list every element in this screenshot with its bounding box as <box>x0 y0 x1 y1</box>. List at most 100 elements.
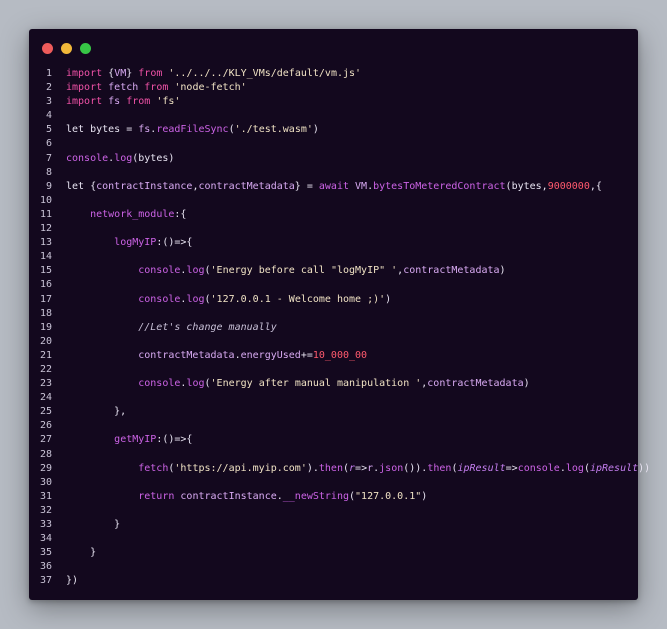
code-line: 16 <box>29 278 638 292</box>
code-token: ) <box>312 124 319 136</box>
code-token: contractMetadata <box>198 180 295 192</box>
code-token: 'Energy before call "logMyIP" ' <box>210 265 398 277</box>
code-token: fetch <box>138 462 169 474</box>
close-button[interactable] <box>42 43 53 54</box>
code-line: 31 return contractInstance.__newString("… <box>29 490 638 504</box>
code-text: }, <box>66 405 126 419</box>
line-number: 17 <box>39 293 52 305</box>
line-number: 33 <box>39 519 52 530</box>
code-line: 36 <box>29 560 638 574</box>
code-token: )) <box>638 462 651 474</box>
code-line: 14 <box>29 250 638 264</box>
line-number: 21 <box>39 349 52 361</box>
code-token: console <box>66 152 109 164</box>
line-number: 1 <box>45 68 52 79</box>
maximize-button[interactable] <box>80 43 91 54</box>
code-line: 20 <box>29 335 638 349</box>
code-token: contractMetadata <box>427 378 524 390</box>
code-token: await <box>318 180 356 192</box>
code-text: let {contractInstance,contractMetadata} … <box>66 180 602 194</box>
code-token: "127.0.0.1" <box>355 490 422 502</box>
code-line: 15 console.log('Energy before call "logM… <box>29 264 638 278</box>
code-token: 'fs' <box>156 96 181 108</box>
line-number: 8 <box>45 166 52 178</box>
code-token: contractMetadata <box>403 265 500 277</box>
code-token: import <box>66 96 109 108</box>
code-token: return <box>138 490 181 502</box>
code-line: 27 getMyIP:()=>{ <box>29 433 638 447</box>
code-token: from <box>144 82 175 94</box>
line-number: 7 <box>45 152 52 164</box>
code-token: :()=>{ <box>156 434 193 446</box>
code-token: => <box>505 462 518 474</box>
code-token: log <box>114 152 133 164</box>
code-token: 'Energy after manual manipulation ' <box>210 378 422 390</box>
code-token: ipResult <box>589 462 639 474</box>
code-token: contractMetadata <box>138 349 235 361</box>
code-token: ) <box>421 490 428 502</box>
code-text: return contractInstance.__newString("127… <box>66 490 427 504</box>
code-line: 26 <box>29 419 638 433</box>
code-line: 32 <box>29 504 638 518</box>
code-token: getMyIP <box>114 434 157 446</box>
code-line: 24 <box>29 391 638 405</box>
line-number: 28 <box>39 448 52 460</box>
code-line: 17 console.log('127.0.0.1 - Welcome home… <box>29 293 638 307</box>
code-token: fs <box>138 124 151 136</box>
code-line: 23 console.log('Energy after manual mani… <box>29 377 638 391</box>
code-text: import fetch from 'node-fetch' <box>66 81 247 95</box>
code-line: 30 <box>29 476 638 490</box>
code-text: logMyIP:()=>{ <box>66 236 192 250</box>
code-token: let bytes = <box>66 124 139 136</box>
line-number: 29 <box>39 462 52 474</box>
code-token: console <box>138 293 181 305</box>
line-number: 22 <box>39 363 52 375</box>
line-number: 16 <box>39 279 52 291</box>
code-token: console <box>138 378 181 390</box>
code-line: 10 <box>29 194 638 208</box>
code-editor[interactable]: 1 import {VM} from '../../../KLY_VMs/defa… <box>29 67 650 588</box>
code-text: let bytes = fs.readFileSync('./test.wasm… <box>66 123 319 137</box>
code-line: 18 <box>29 307 638 321</box>
line-number: 5 <box>45 124 52 136</box>
code-token: readFileSync <box>156 124 229 136</box>
code-token: VM <box>355 180 368 192</box>
code-text: import fs from 'fs' <box>66 95 180 109</box>
line-number: 14 <box>39 251 52 263</box>
code-token: => <box>355 462 368 474</box>
code-token: logMyIP <box>114 237 157 249</box>
code-line: 33 } <box>29 518 638 532</box>
code-token: console <box>138 265 181 277</box>
code-text: //Let's change manually <box>66 321 276 335</box>
code-token: (bytes) <box>132 152 175 164</box>
code-token: console <box>517 462 560 474</box>
code-token: } <box>66 547 97 559</box>
code-line: 25 }, <box>29 405 638 419</box>
code-line: 9 let {contractInstance,contractMetadata}… <box>29 180 638 194</box>
line-number: 2 <box>45 82 52 94</box>
code-token: log <box>565 462 584 474</box>
line-number: 31 <box>39 490 52 502</box>
line-number: 19 <box>39 321 52 333</box>
code-line: 28 <box>29 448 638 462</box>
code-line: 6 <box>29 137 638 151</box>
code-token: network_module <box>90 208 175 220</box>
code-window: 1 import {VM} from '../../../KLY_VMs/defa… <box>29 29 650 600</box>
code-token: } = <box>294 180 319 192</box>
code-text: }) <box>66 574 78 588</box>
code-token: contractInstance <box>180 490 277 502</box>
minimize-button[interactable] <box>61 43 72 54</box>
line-number: 26 <box>39 420 52 432</box>
code-token: }) <box>66 575 79 587</box>
line-number: 36 <box>39 561 52 573</box>
code-text: } <box>66 546 96 560</box>
line-number: 6 <box>45 138 52 150</box>
line-number: 11 <box>39 208 52 220</box>
line-number: 30 <box>39 476 52 488</box>
code-token: let { <box>66 180 97 192</box>
code-line: 22 <box>29 363 638 377</box>
